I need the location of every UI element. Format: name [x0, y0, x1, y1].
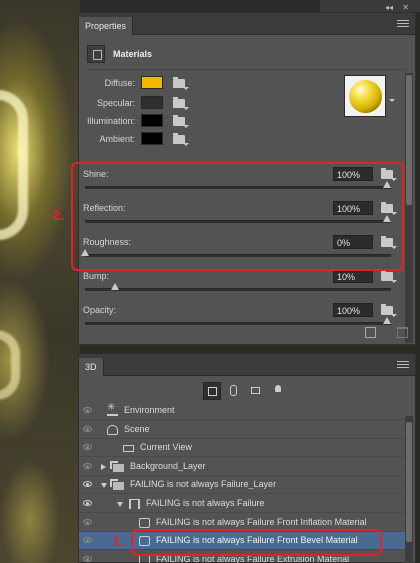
visibility-eye-icon[interactable] [83, 425, 92, 432]
visibility-eye-icon[interactable] [83, 555, 92, 562]
texture-folder-icon[interactable] [173, 115, 189, 128]
slider-value-field[interactable]: 10% [333, 269, 373, 283]
color-row: Specular: [79, 95, 299, 111]
mesh-icon [129, 499, 140, 509]
annotation-label-2: 2. [52, 207, 65, 224]
threed-scrollbar-thumb[interactable] [406, 422, 412, 542]
visibility-eye-icon[interactable] [83, 500, 92, 506]
tree-item-label: Current View [140, 442, 192, 453]
color-swatch[interactable] [141, 114, 163, 127]
properties-tab[interactable]: Properties [79, 17, 134, 35]
materials-filter-icon[interactable] [247, 382, 265, 400]
environment-icon [107, 402, 118, 416]
glowing-text-render-lower [0, 330, 20, 400]
color-swatch[interactable] [141, 96, 163, 109]
visibility-eye-icon[interactable] [83, 518, 92, 525]
threed-panel-header: 3D [79, 354, 415, 376]
annotation-box-1 [131, 529, 382, 556]
material-icon [139, 554, 150, 563]
sphere-preview-icon [349, 80, 382, 113]
visibility-eye-icon[interactable] [83, 537, 92, 544]
slider-track[interactable] [85, 322, 391, 325]
top-strip [80, 0, 420, 12]
new-material-icon[interactable] [365, 327, 376, 338]
visibility-eye-icon[interactable] [83, 481, 92, 488]
whole-scene-filter-icon[interactable] [203, 382, 221, 400]
slider-track[interactable] [85, 288, 391, 291]
panel-menu-icon[interactable] [397, 20, 409, 28]
slider-row: Opacity: 100% [79, 303, 397, 337]
expanded-arrow-icon[interactable] [117, 502, 123, 507]
texture-folder-icon[interactable] [173, 133, 189, 146]
layer-icon [110, 479, 124, 491]
tree-row[interactable]: Scene [79, 421, 405, 439]
tree-item-label: FAILING is not always Failure [146, 498, 265, 508]
material-preview-sphere[interactable] [344, 75, 386, 117]
color-row: Diffuse: [79, 75, 299, 91]
tree-item-label: FAILING is not always Failure Front Infl… [156, 516, 367, 527]
collapse-panel-icon[interactable]: ◂◂ [385, 3, 393, 12]
properties-scrollbar-thumb[interactable] [406, 75, 412, 205]
divider [85, 69, 405, 70]
slider-label: Opacity: [83, 305, 117, 315]
color-swatch[interactable] [141, 132, 163, 145]
visibility-eye-icon[interactable] [83, 462, 92, 469]
color-row-label: Specular: [96, 98, 135, 108]
layer-icon [110, 460, 124, 472]
slider-knob[interactable] [111, 283, 120, 290]
threed-panel-menu-icon[interactable] [397, 361, 409, 369]
color-swatch[interactable] [141, 76, 163, 89]
annotation-box-2 [71, 162, 404, 271]
document-canvas [0, 0, 80, 563]
tree-row[interactable]: FAILING is not always Failure [79, 495, 405, 513]
tree-row[interactable]: FAILING is not always Failure_Layer [79, 476, 405, 495]
properties-scrollbar[interactable] [405, 73, 413, 343]
color-row: Illumination: [79, 113, 299, 129]
material-icon [139, 517, 150, 528]
lights-filter-icon[interactable] [269, 382, 287, 400]
tree-item-label: FAILING is not always Failure_Layer [130, 479, 277, 490]
color-row-label: Illumination: [86, 116, 135, 126]
color-row-label: Ambient: [99, 134, 135, 144]
annotation-label-1: 1. [112, 533, 125, 550]
tree-item-label: Scene [124, 423, 150, 434]
threed-scrollbar[interactable] [405, 416, 413, 563]
color-row: Ambient: [79, 131, 299, 147]
trash-icon[interactable] [397, 327, 408, 338]
materials-icon [87, 45, 105, 63]
materials-section-header: Materials [85, 43, 405, 65]
scene-icon [107, 424, 118, 435]
slider-knob[interactable] [383, 317, 391, 324]
texture-folder-icon[interactable] [381, 270, 397, 283]
visibility-eye-icon[interactable] [83, 407, 92, 413]
texture-folder-icon[interactable] [381, 304, 397, 317]
expanded-arrow-icon[interactable] [101, 483, 107, 489]
slider-label: Bump: [83, 271, 110, 281]
tree-item-label: Background_Layer [130, 460, 206, 471]
preview-dropdown-arrow-icon[interactable] [389, 99, 395, 102]
materials-title: Materials [113, 49, 153, 59]
slider-value-field[interactable]: 100% [333, 303, 373, 317]
tree-row[interactable]: Current View [79, 439, 405, 458]
glowing-text-render [0, 90, 28, 240]
close-panel-icon[interactable]: ✕ [402, 3, 409, 12]
camera-icon [123, 445, 134, 453]
slider-row: Bump: 10% [79, 269, 397, 303]
tree-row[interactable]: Background_Layer [79, 458, 405, 476]
tree-row[interactable]: Environment [79, 402, 405, 420]
color-row-label: Diffuse: [104, 78, 135, 88]
meshes-filter-icon[interactable] [225, 382, 243, 400]
texture-folder-icon[interactable] [173, 97, 189, 110]
properties-panel-header: Properties [79, 13, 415, 35]
collapsed-arrow-icon[interactable] [101, 463, 106, 470]
visibility-eye-icon[interactable] [83, 444, 92, 451]
texture-folder-icon[interactable] [173, 77, 189, 90]
tree-item-label: Environment [124, 405, 175, 415]
threed-tab[interactable]: 3D [79, 358, 104, 376]
